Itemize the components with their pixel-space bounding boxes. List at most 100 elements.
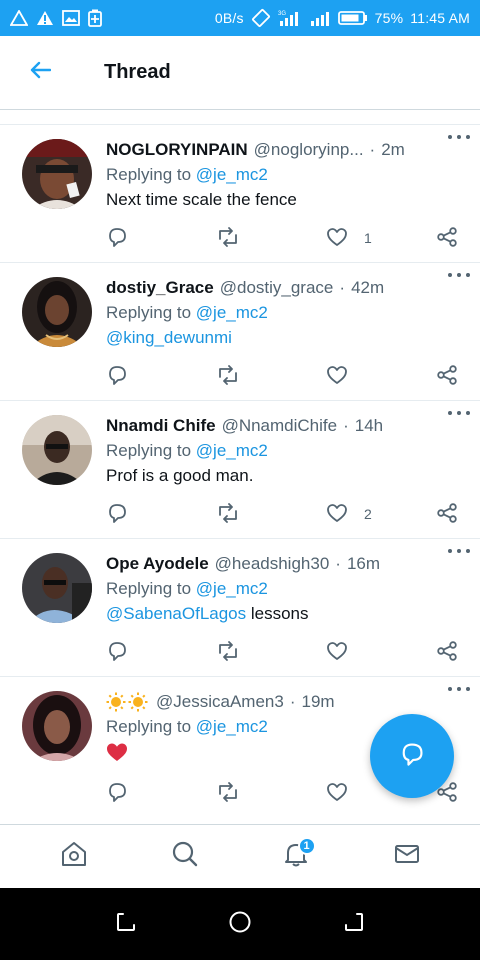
share-button[interactable]: [436, 226, 458, 250]
retweet-button[interactable]: [216, 781, 240, 805]
back-button[interactable]: [0, 36, 80, 110]
red-heart-emoji-icon: [107, 743, 127, 761]
tweet-item[interactable]: NOGLORYINPAIN @nogloryinp... · 2m Replyi…: [0, 124, 480, 262]
avatar[interactable]: [22, 415, 92, 485]
author-name[interactable]: dostiy_Grace: [106, 278, 214, 298]
action-bar: [106, 640, 464, 664]
warning-icon: [10, 10, 28, 26]
retweet-icon: [216, 502, 240, 527]
author-name[interactable]: Nnamdi Chife: [106, 416, 216, 436]
nav-search[interactable]: [155, 827, 215, 887]
timestamp[interactable]: 16m: [347, 554, 380, 574]
author-handle[interactable]: @dostiy_grace: [220, 278, 334, 298]
share-button[interactable]: [436, 640, 458, 664]
tweet-item[interactable]: dostiy_Grace @dostiy_grace · 42m Replyin…: [0, 262, 480, 400]
separator-dot: ·: [335, 554, 341, 573]
tweet-text: Prof is a good man.: [106, 466, 254, 485]
retweet-button[interactable]: [216, 640, 240, 664]
status-bar: 0B/s 3G 75% 11:45 AM: [0, 0, 480, 36]
recent-apps-button[interactable]: [115, 911, 137, 938]
reply-icon: [106, 502, 128, 527]
image-icon: [62, 10, 80, 26]
avatar[interactable]: [22, 139, 92, 209]
replying-to: Replying to @je_mc2: [106, 441, 466, 463]
battery-percent: 75%: [374, 10, 404, 26]
more-options-button[interactable]: [448, 679, 470, 699]
mail-icon: [393, 840, 421, 873]
reply-icon: [399, 741, 425, 772]
like-button[interactable]: [326, 640, 348, 664]
tweet-text-body: lessons: [250, 604, 309, 623]
like-button[interactable]: 2: [326, 502, 372, 526]
net-speed: 0B/s: [214, 10, 244, 26]
retweet-button[interactable]: [216, 226, 240, 250]
back-system-button[interactable]: [343, 911, 365, 938]
more-options-button[interactable]: [448, 265, 470, 285]
author-handle[interactable]: @nogloryinp...: [254, 140, 364, 160]
separator-dot: ·: [369, 140, 376, 159]
like-button[interactable]: 1: [326, 226, 372, 250]
like-count: 2: [364, 506, 372, 522]
avatar[interactable]: [22, 277, 92, 347]
author-name-emoji[interactable]: [106, 692, 150, 713]
reply-to-mention[interactable]: @je_mc2: [196, 717, 268, 736]
share-button[interactable]: [436, 364, 458, 388]
more-options-button[interactable]: [448, 127, 470, 147]
author-handle[interactable]: @headshigh30: [215, 554, 330, 574]
replying-to-label: Replying to: [106, 717, 192, 736]
reply-icon: [106, 226, 128, 251]
reply-to-mention[interactable]: @je_mc2: [196, 579, 268, 598]
tweet-item[interactable]: Ope Ayodele @headshigh30 · 16m Replying …: [0, 538, 480, 676]
timestamp[interactable]: 42m: [351, 278, 384, 298]
battery-saver-icon: [88, 9, 102, 27]
tweet-item[interactable]: Nnamdi Chife @NnamdiChife · 14h Replying…: [0, 400, 480, 538]
tweet-text: @king_dewunmi: [106, 328, 466, 350]
reply-button[interactable]: [106, 502, 128, 526]
reply-button[interactable]: [106, 781, 128, 805]
like-count: 1: [364, 230, 372, 246]
share-icon: [436, 502, 458, 527]
more-options-button[interactable]: [448, 541, 470, 561]
retweet-button[interactable]: [216, 502, 240, 526]
search-icon: [171, 840, 199, 873]
retweet-icon: [216, 364, 240, 389]
separator-dot: ·: [343, 416, 349, 435]
share-icon: [436, 640, 458, 665]
author-name[interactable]: Ope Ayodele: [106, 554, 209, 574]
sun-emoji-icon: [106, 692, 126, 712]
nav-home[interactable]: [44, 827, 104, 887]
like-button[interactable]: [326, 781, 348, 805]
reply-to-mention[interactable]: @je_mc2: [196, 303, 268, 322]
home-button[interactable]: [228, 910, 252, 939]
reply-to-mention[interactable]: @je_mc2: [196, 165, 268, 184]
separator-dot: ·: [339, 278, 346, 297]
nav-messages[interactable]: [377, 827, 437, 887]
more-options-button[interactable]: [448, 403, 470, 423]
timestamp[interactable]: 19m: [301, 692, 334, 712]
author-handle[interactable]: @JessicaAmen3: [156, 692, 284, 712]
like-button[interactable]: [326, 364, 348, 388]
reply-to-mention[interactable]: @je_mc2: [196, 441, 268, 460]
reply-button[interactable]: [106, 364, 128, 388]
compose-reply-button[interactable]: [370, 714, 454, 798]
nav-notifications[interactable]: 1: [266, 827, 326, 887]
system-navigation-bar: [0, 888, 480, 960]
author-handle[interactable]: @NnamdiChife: [222, 416, 338, 436]
avatar[interactable]: [22, 553, 92, 623]
avatar[interactable]: [22, 691, 92, 761]
reply-button[interactable]: [106, 640, 128, 664]
retweet-button[interactable]: [216, 364, 240, 388]
mention-link[interactable]: @king_dewunmi: [106, 328, 232, 347]
mention-link[interactable]: @SabenaOfLagos: [106, 604, 246, 623]
timestamp[interactable]: 14h: [355, 416, 383, 436]
timestamp[interactable]: 2m: [381, 140, 405, 160]
retweet-icon: [216, 781, 240, 806]
share-button[interactable]: [436, 502, 458, 526]
reply-button[interactable]: [106, 226, 128, 250]
action-bar: 1: [106, 226, 464, 250]
tweet-text: @SabenaOfLagos lessons: [106, 604, 466, 626]
alert-icon: [36, 10, 54, 26]
replying-to: Replying to @je_mc2: [106, 303, 466, 325]
author-name[interactable]: NOGLORYINPAIN: [106, 140, 248, 160]
replying-to-label: Replying to: [106, 165, 192, 184]
